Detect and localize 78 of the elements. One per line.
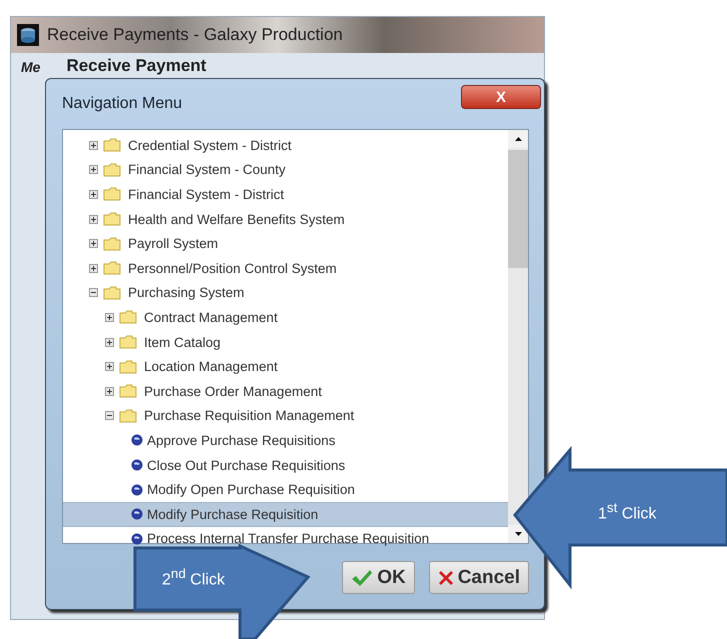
folder-icon: [103, 236, 121, 251]
folder-icon: [103, 187, 121, 202]
expander-icon[interactable]: [89, 239, 98, 248]
folder-icon: [119, 310, 137, 324]
window-title: Receive Payments - Galaxy Production: [47, 25, 343, 45]
folder-icon: [103, 286, 121, 300]
dialog-title: Navigation Menu: [62, 95, 182, 113]
folder-icon: [119, 335, 137, 350]
tree-item-label: Process Internal Transfer Purchase Requisition: [147, 531, 430, 546]
annotation-label: 1$^{st}$ Click: [598, 500, 656, 524]
expander-icon[interactable]: [89, 165, 98, 174]
expander-icon[interactable]: [105, 312, 114, 322]
check-icon: [351, 568, 374, 586]
tree-item[interactable]: Modify Open Purchase Requisition: [63, 477, 508, 502]
tree-item-label: Approve Purchase Requisitions: [147, 432, 336, 448]
tree-item-label: Close Out Purchase Requisitions: [147, 458, 346, 473]
expander-icon[interactable]: [89, 214, 98, 224]
expander-icon[interactable]: [105, 386, 114, 396]
tree-item-label: Purchasing System: [128, 285, 244, 300]
folder-icon: [103, 261, 121, 276]
expander-icon[interactable]: [89, 288, 98, 298]
tree-item[interactable]: Close Out Purchase Requisitions: [63, 452, 508, 478]
tree-item-label: Personnel/Position Control System: [128, 260, 337, 276]
menu-tab[interactable]: Me: [17, 55, 44, 79]
folder-icon: [119, 384, 137, 398]
tree-item[interactable]: Purchase Requisition Management: [63, 404, 508, 428]
program-icon: [131, 459, 143, 472]
tree-item[interactable]: Credential System - District: [63, 133, 508, 158]
tree-item[interactable]: Modify Purchase Requisition: [63, 502, 508, 526]
tree-item[interactable]: Purchasing System: [63, 280, 508, 306]
folder-icon: [103, 162, 121, 177]
tree-item-label: Modify Open Purchase Requisition: [147, 482, 355, 498]
tree-item-label: Payroll System: [128, 236, 218, 252]
expander-icon[interactable]: [89, 140, 98, 150]
program-icon: [131, 532, 143, 545]
tree-item-label: Financial System - County: [128, 162, 286, 178]
annotation-label: 2$^{nd}$ Click: [162, 566, 225, 590]
cancel-button[interactable]: Cancel: [428, 561, 529, 594]
tree-item-label: Modify Purchase Requisition: [147, 506, 318, 522]
tree-item-label: Contract Management: [144, 310, 278, 325]
tree-item[interactable]: Purchase Order Management: [63, 378, 508, 404]
expander-icon[interactable]: [89, 190, 98, 199]
folder-icon: [119, 408, 137, 423]
program-icon: [131, 508, 143, 520]
tree-item-label: Location Management: [144, 359, 278, 374]
tree-item[interactable]: Health and Welfare Benefits System: [63, 206, 508, 232]
scrollbar[interactable]: [508, 130, 528, 543]
tree-item-label: Credential System - District: [128, 138, 292, 153]
tree-item-label: Financial System - District: [128, 186, 284, 202]
folder-icon: [103, 138, 121, 152]
tree-item[interactable]: Payroll System: [63, 231, 508, 256]
expander-icon[interactable]: [105, 362, 114, 372]
expander-icon[interactable]: [89, 264, 98, 273]
tree-item[interactable]: Financial System - County: [63, 158, 508, 182]
tree-item[interactable]: Personnel/Position Control System: [63, 256, 508, 281]
expander-icon[interactable]: [105, 411, 114, 420]
tree-item[interactable]: Approve Purchase Requisitions: [63, 428, 508, 453]
tree-item-label: Item Catalog: [144, 334, 221, 350]
expander-icon[interactable]: [105, 338, 114, 347]
tree-item[interactable]: Item Catalog: [63, 330, 508, 354]
app-icon: [17, 24, 39, 46]
folder-icon: [103, 212, 121, 226]
scroll-down-icon[interactable]: [508, 525, 528, 543]
tree-item-label: Purchase Order Management: [144, 384, 322, 399]
tree-item[interactable]: Process Internal Transfer Purchase Requisition: [63, 526, 508, 552]
program-icon: [131, 484, 143, 496]
tree-item-label: Purchase Requisition Management: [144, 408, 354, 424]
tree-item-label: Health and Welfare Benefits System: [128, 212, 345, 227]
program-icon: [131, 434, 143, 446]
cross-icon: [438, 570, 454, 586]
folder-icon: [119, 360, 137, 374]
close-button[interactable]: X: [461, 85, 541, 109]
ok-button[interactable]: OK: [342, 561, 415, 594]
tree-item[interactable]: Financial System - District: [63, 182, 508, 207]
tree-item[interactable]: Contract Management: [63, 305, 508, 330]
scroll-up-icon[interactable]: [508, 130, 528, 148]
page-heading: Receive Payment: [66, 57, 206, 76]
tree-item[interactable]: Location Management: [63, 354, 508, 379]
